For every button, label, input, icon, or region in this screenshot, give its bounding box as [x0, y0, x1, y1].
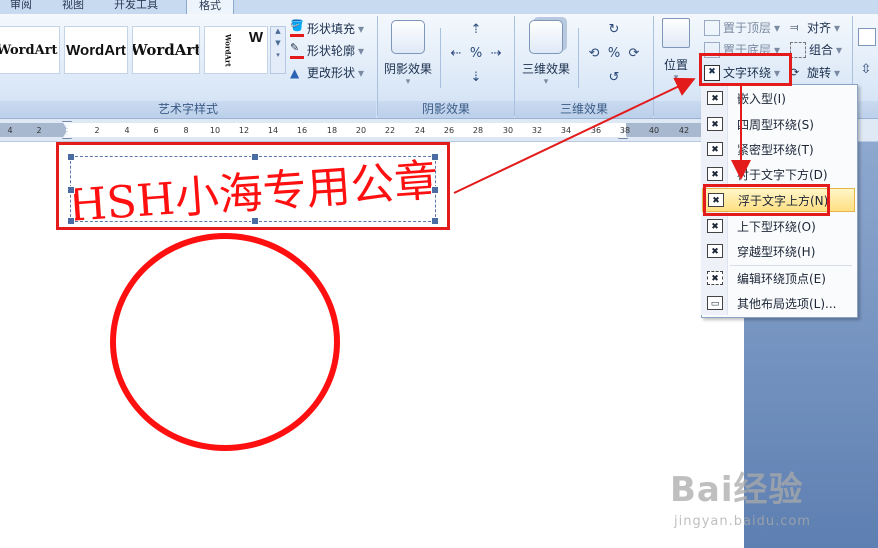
ruler-tick: 22 [384, 126, 396, 135]
menu-item-inline[interactable]: ✖ 嵌入型(I) [702, 86, 855, 110]
inner-separator [578, 28, 579, 88]
rotate-button[interactable]: ⟳ 旋转 ▾ [790, 64, 840, 81]
align-icon: ⫤ [790, 20, 799, 34]
ruler-tick: 32 [531, 126, 543, 135]
ruler-tick: 42 [678, 126, 690, 135]
ruler-tick: 30 [502, 126, 514, 135]
ruler-tick: 4 [7, 126, 13, 135]
shadow-toggle-icon[interactable]: % [468, 46, 484, 62]
menu-item-tight[interactable]: ✖ 紧密型环绕(T) [702, 137, 855, 161]
behind-text-icon: ✖ [707, 167, 723, 181]
ruler-tick: 36 [590, 126, 602, 135]
inline-wrap-icon: ✖ [707, 91, 723, 105]
inner-separator [440, 28, 441, 88]
ruler-tick: 24 [414, 126, 426, 135]
nudge-right-icon[interactable]: ⇢ [488, 46, 504, 62]
red-circle-shape[interactable] [110, 233, 340, 451]
tilt-down-icon[interactable]: ↺ [606, 70, 622, 86]
annotation-box-wordart [56, 142, 450, 230]
ruler-tick: 2 [94, 126, 100, 135]
ruler-tick: 26 [443, 126, 455, 135]
baidu-jingyan-watermark: Bai经验 jingyan.baidu.com [670, 470, 811, 529]
tilt-right-icon[interactable]: ⟳ [626, 46, 642, 62]
shadow-icon [391, 20, 425, 54]
menu-item-top-bottom[interactable]: ✖ 上下型环绕(O) [702, 214, 855, 238]
size-icon[interactable] [858, 28, 876, 46]
3d-cube-icon [529, 20, 563, 54]
change-shape-button[interactable]: ▲ 更改形状 ▾ [290, 64, 364, 81]
shape-icon: ▲ [290, 65, 300, 80]
3d-effects-button[interactable]: 三维效果 ▾ [522, 20, 570, 87]
ruler-tick: 8 [183, 126, 189, 135]
ruler-tick: 2 [36, 126, 42, 135]
tab-review[interactable]: 审阅 [10, 0, 32, 14]
bring-front-icon [704, 19, 720, 36]
wordart-style-4[interactable]: WordArt W [204, 26, 268, 74]
align-button[interactable]: ⫤ 对齐 ▾ [790, 19, 840, 36]
menu-item-behind-text[interactable]: ✖ 衬于文字下方(D) [702, 162, 855, 186]
group-label-shadow: 阴影效果 [378, 101, 514, 118]
ruler-tick: 12 [238, 126, 250, 135]
layout-options-icon: ▭ [707, 296, 723, 310]
bring-to-front-button[interactable]: 置于顶层 ▾ [704, 19, 780, 36]
nudge-up-icon[interactable]: ⇡ [468, 22, 484, 38]
ruler-tick: 14 [267, 126, 279, 135]
annotation-box-in-front [703, 184, 830, 216]
shape-fill-button[interactable]: 🪣 形状填充 ▾ [290, 20, 364, 37]
through-wrap-icon: ✖ [707, 244, 723, 258]
tilt-up-icon[interactable]: ↻ [606, 22, 622, 38]
tab-view[interactable]: 视图 [62, 0, 84, 14]
menu-item-edit-wrap-points[interactable]: ✖ 编辑环绕顶点(E) [702, 266, 855, 290]
menu-item-more-layout[interactable]: ▭ 其他布局选项(L)... [702, 291, 855, 315]
tab-format[interactable]: 格式 [186, 0, 234, 14]
edit-points-icon: ✖ [707, 271, 723, 285]
size-dropdown-icon[interactable]: ⇳ [858, 62, 874, 78]
3d-toggle-icon[interactable]: % [606, 46, 622, 62]
ruler-tick: 18 [326, 126, 338, 135]
tight-wrap-icon: ✖ [707, 142, 723, 156]
shape-outline-button[interactable]: ✎ 形状轮廓 ▾ [290, 42, 364, 59]
rotate-icon: ⟳ [790, 65, 800, 79]
ruler-tick: 10 [209, 126, 221, 135]
ruler-tick: 4 [124, 126, 130, 135]
menu-item-through[interactable]: ✖ 穿越型环绕(H) [702, 239, 855, 263]
nudge-left-icon[interactable]: ⇠ [448, 46, 464, 62]
ribbon-tab-strip: 审阅 视图 开发工具 格式 [0, 0, 878, 14]
nudge-down-icon[interactable]: ⇣ [468, 70, 484, 86]
ruler-tick: 6 [153, 126, 159, 135]
annotation-box-text-wrap [699, 53, 792, 86]
ruler-tick: 34 [560, 126, 572, 135]
ruler-tick: 16 [296, 126, 308, 135]
wordart-style-2[interactable]: WordArt [64, 26, 128, 74]
pencil-icon: ✎ [290, 42, 304, 59]
group-label-3d: 三维效果 [515, 101, 653, 118]
tilt-left-icon[interactable]: ⟲ [586, 46, 602, 62]
paint-bucket-icon: 🪣 [290, 20, 304, 37]
group-icon [790, 41, 806, 58]
top-bottom-wrap-icon: ✖ [707, 219, 723, 233]
menu-item-square[interactable]: ✖ 四周型环绕(S) [702, 112, 855, 136]
ruler-tick: 20 [355, 126, 367, 135]
position-button[interactable]: 位置 ▾ [662, 18, 690, 83]
gallery-scroll[interactable]: ▲ ▼ ▾ [270, 26, 286, 74]
square-wrap-icon: ✖ [707, 117, 723, 131]
ruler-tick: 28 [472, 126, 484, 135]
wordart-style-1[interactable]: WordArt [0, 26, 60, 74]
ruler-tick: 38 [619, 126, 631, 135]
ruler-tick: 40 [648, 126, 660, 135]
group-button[interactable]: 组合 ▾ [790, 41, 842, 58]
group-label-wordart-styles: 艺术字样式 [0, 101, 376, 118]
shadow-effects-button[interactable]: 阴影效果 ▾ [384, 20, 432, 87]
wordart-style-3[interactable]: WordArt [132, 26, 200, 74]
tab-developer[interactable]: 开发工具 [114, 0, 158, 14]
position-icon [662, 18, 690, 48]
